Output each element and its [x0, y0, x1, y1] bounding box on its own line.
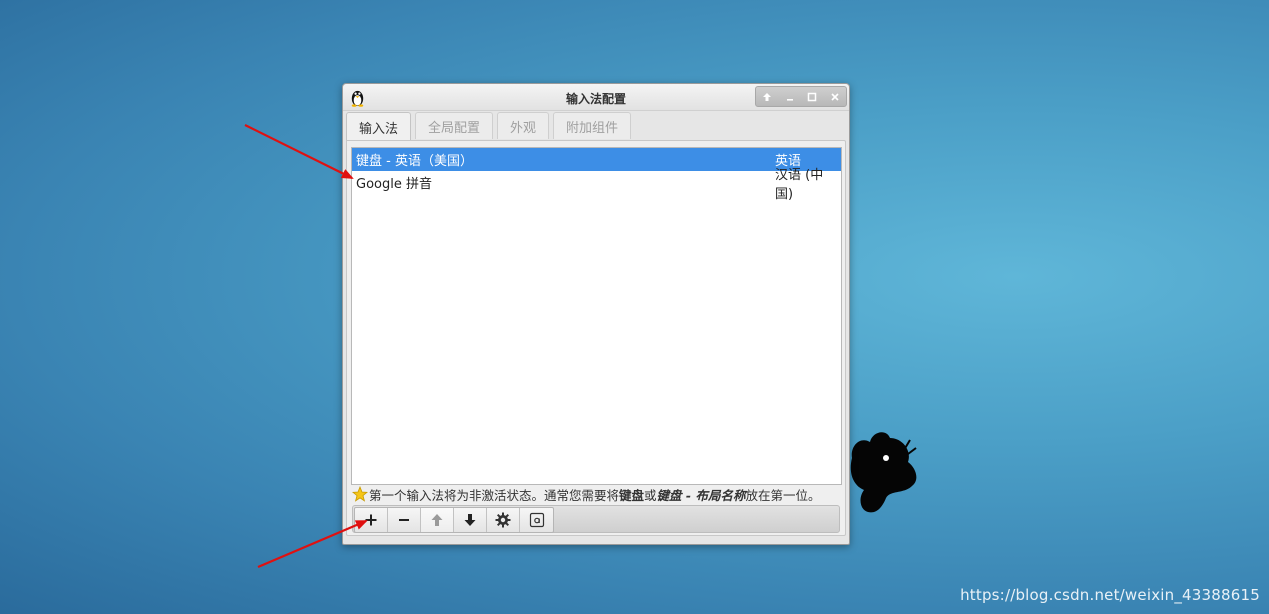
input-method-panel: 键盘 - 英语（美国） 英语 Google 拼音 汉语 (中国) 第一个输入法将… — [346, 140, 846, 536]
list-item[interactable]: 键盘 - 英语（美国） 英语 — [352, 148, 841, 171]
hint-keyword-keyboard: 键盘 — [619, 487, 645, 503]
tab-addons[interactable]: 附加组件 — [553, 112, 632, 139]
arrow-down-icon — [464, 514, 476, 526]
minimize-icon[interactable] — [782, 89, 798, 105]
watermark-text: https://blog.csdn.net/weixin_43388615 — [960, 586, 1260, 604]
tab-input-method[interactable]: 输入法 — [346, 112, 412, 141]
gear-icon — [495, 512, 511, 528]
hint-text: 第一个输入法将为非激活状态。通常您需要将 键盘或键盘 - 布局名称 放在第一位。 — [352, 485, 820, 503]
hint-middle: 或 — [644, 487, 657, 503]
configure-input-method-button[interactable] — [487, 508, 520, 532]
close-icon[interactable] — [827, 89, 843, 105]
hint-keyword-layout: 键盘 - 布局名称 — [656, 487, 746, 503]
star-icon — [352, 486, 368, 502]
maximize-icon[interactable] — [804, 89, 820, 105]
hint-prefix: 第一个输入法将为非激活状态。通常您需要将 — [369, 487, 620, 503]
minus-icon — [399, 519, 409, 521]
input-method-name: Google 拼音 — [356, 177, 432, 192]
up-arrow-icon[interactable] — [759, 89, 775, 105]
mouse-mascot-icon — [850, 432, 917, 513]
input-method-config-window: 输入法配置 输入法 全局配置 外观 附加组件 键盘 - 英语（美国） 英语 Go… — [342, 83, 850, 545]
plus-icon — [365, 514, 377, 526]
input-method-list[interactable]: 键盘 - 英语（美国） 英语 Google 拼音 汉语 (中国) — [351, 147, 842, 485]
toolbar-button-group — [354, 507, 554, 533]
remove-input-method-button[interactable] — [388, 508, 421, 532]
input-method-name: 键盘 - 英语（美国） — [356, 154, 473, 169]
move-down-button[interactable] — [454, 508, 487, 532]
window-controls — [755, 86, 847, 107]
tab-bar: 输入法 全局配置 外观 附加组件 — [346, 112, 635, 141]
keyboard-layout-icon — [529, 512, 544, 528]
tab-appearance[interactable]: 外观 — [497, 112, 550, 139]
hint-suffix: 放在第一位。 — [745, 487, 821, 503]
list-toolbar — [352, 505, 840, 533]
arrow-up-icon — [431, 514, 443, 526]
tab-global-config[interactable]: 全局配置 — [415, 112, 494, 139]
add-input-method-button[interactable] — [355, 508, 388, 532]
input-method-language: 汉语 (中国) — [775, 167, 824, 202]
keyboard-layout-button[interactable] — [520, 508, 553, 532]
move-up-button[interactable] — [421, 508, 454, 532]
title-bar[interactable]: 输入法配置 — [343, 84, 849, 111]
list-item[interactable]: Google 拼音 汉语 (中国) — [352, 168, 841, 202]
